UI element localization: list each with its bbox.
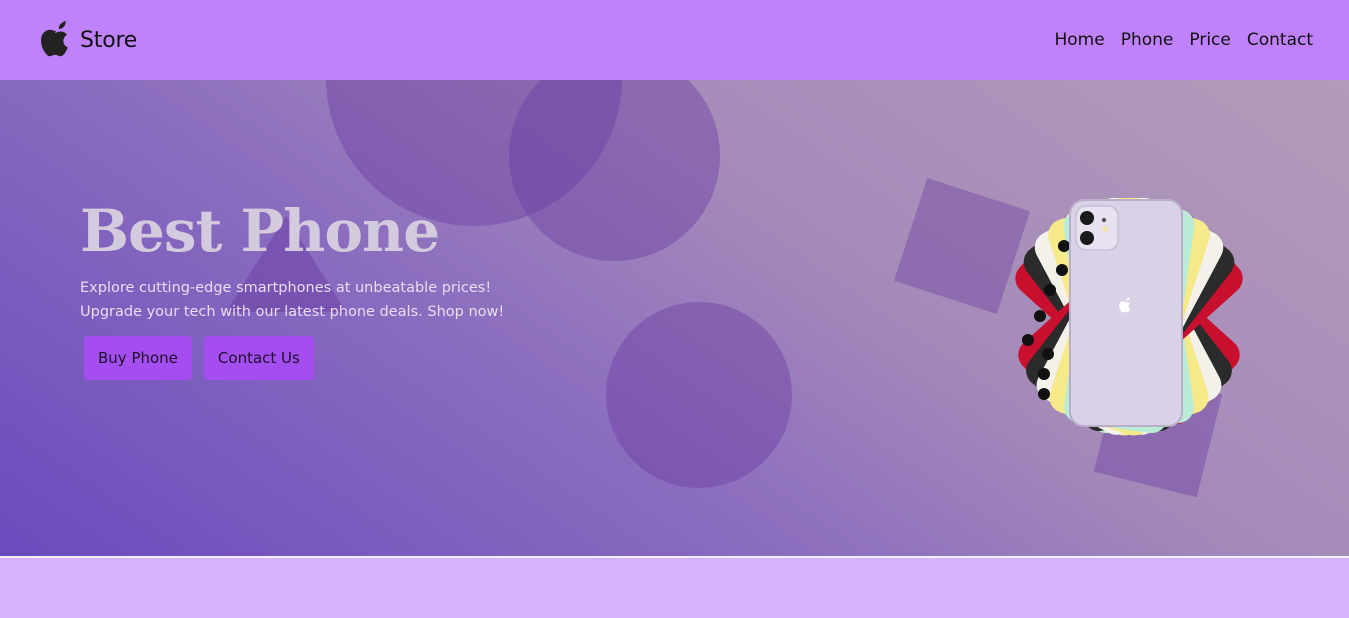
brand[interactable]: Store (38, 19, 137, 61)
nav-link-phone[interactable]: Phone (1121, 30, 1174, 50)
hero-buttons: Buy Phone Contact Us (80, 335, 520, 380)
hero-description: Explore cutting-edge smartphones at unbe… (80, 276, 520, 324)
lower-band (0, 560, 1349, 618)
hero-description-line: Explore cutting-edge smartphones at unbe… (80, 279, 492, 296)
nav-link-home[interactable]: Home (1055, 30, 1105, 50)
nav-link-contact[interactable]: Contact (1247, 30, 1313, 50)
hero-description-line: Upgrade your tech with our latest phone … (80, 303, 505, 320)
hero-content: Best Phone Explore cutting-edge smartpho… (80, 197, 520, 380)
phone-fan-image (1015, 198, 1243, 436)
decorative-circle (606, 302, 792, 488)
nav-links: Home Phone Price Contact (1055, 30, 1314, 50)
brand-name: Store (80, 27, 138, 53)
decorative-circle (509, 80, 720, 261)
hero-title: Best Phone (80, 197, 440, 265)
nav-link-price[interactable]: Price (1189, 30, 1230, 50)
navbar: Store Home Phone Price Contact (0, 0, 1349, 80)
buy-phone-button[interactable]: Buy Phone (84, 335, 192, 380)
hero-section: Best Phone Explore cutting-edge smartpho… (0, 80, 1349, 558)
apple-logo-icon (41, 21, 68, 57)
contact-us-button[interactable]: Contact Us (203, 335, 314, 380)
